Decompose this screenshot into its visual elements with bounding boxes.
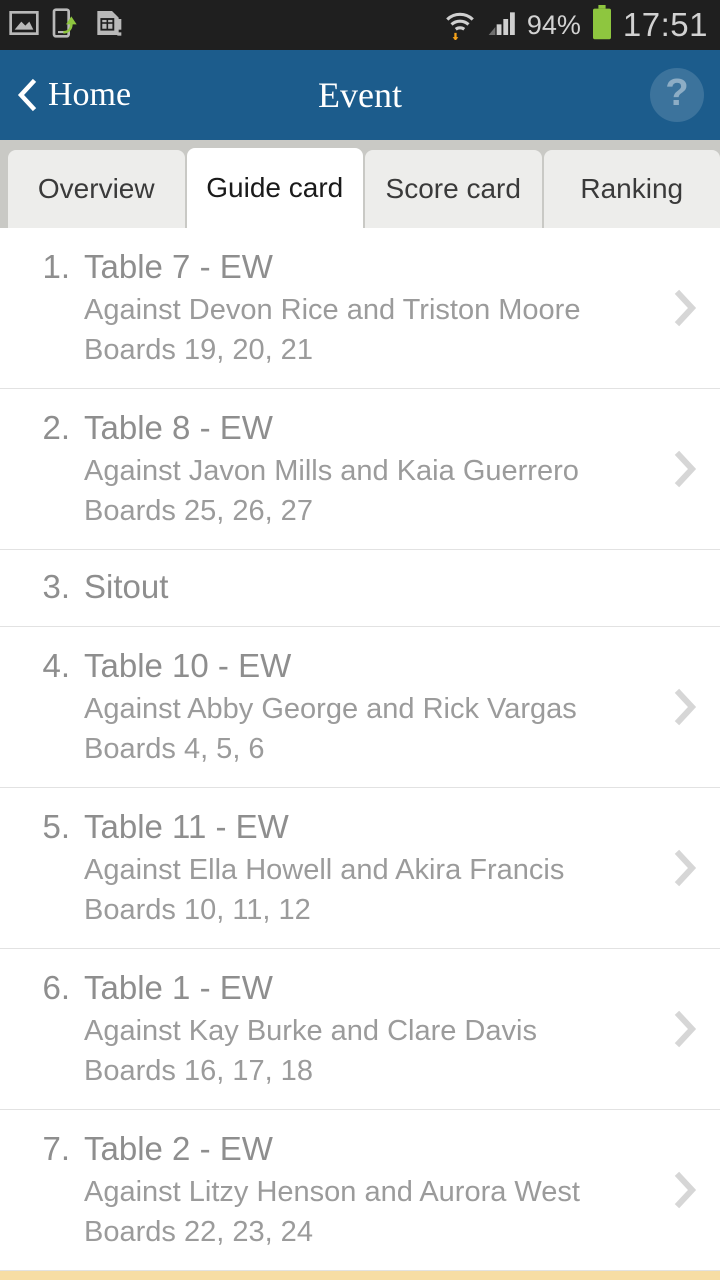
row-boards: Boards 25, 26, 27	[84, 495, 313, 527]
row-title: Table 8 - EW	[84, 409, 273, 446]
row-opponents: Against Ella Howell and Akira Francis	[84, 854, 565, 886]
row-boards: Boards 10, 11, 12	[84, 894, 311, 926]
battery-percent-label: 94%	[526, 9, 581, 40]
wifi-icon	[443, 6, 477, 45]
row-body: Table 8 - EW Against Javon Mills and Kai…	[84, 405, 720, 531]
row-boards: Boards 4, 5, 6	[84, 733, 265, 765]
table-row[interactable]: 5. Table 11 - EW Against Ella Howell and…	[0, 788, 720, 949]
row-index: 7.	[42, 1130, 70, 1167]
back-button-label: Home	[48, 76, 132, 113]
tab-guide-card[interactable]: Guide card	[186, 148, 363, 228]
table-row[interactable]: 6. Table 1 - EW Against Kay Burke and Cl…	[0, 949, 720, 1110]
help-question-icon[interactable]: ?	[650, 68, 704, 122]
status-bar-left-icons	[8, 7, 124, 44]
table-row[interactable]: 4. Table 10 - EW Against Abby George and…	[0, 627, 720, 788]
row-body: Table 2 - EW Against Litzy Henson and Au…	[84, 1126, 720, 1252]
row-opponents: Against Javon Mills and Kaia Guerrero	[84, 455, 579, 487]
table-row[interactable]: 3. Sitout	[0, 550, 720, 627]
row-boards: Boards 16, 17, 18	[84, 1055, 313, 1087]
chevron-right-icon	[670, 1006, 700, 1052]
row-body: Table 1 - EW Against Kay Burke and Clare…	[84, 965, 720, 1091]
row-title: Sitout	[84, 568, 169, 605]
back-button[interactable]: Home	[16, 78, 131, 112]
row-opponents: Against Devon Rice and Triston Moore	[84, 294, 581, 326]
status-bar-clock: 17:51	[622, 5, 708, 43]
table-row[interactable]: 2. Table 8 - EW Against Javon Mills and …	[0, 389, 720, 550]
battery-full-icon	[590, 4, 614, 46]
tab-overview-label: Overview	[37, 173, 155, 204]
tab-score-card-label: Score card	[385, 173, 521, 204]
row-index: 6.	[42, 969, 70, 1006]
status-bar-right-icons: 94% 17:51	[443, 4, 708, 46]
row-index: 4.	[42, 647, 70, 684]
row-title: Table 11 - EW	[84, 808, 289, 845]
row-boards: Boards 19, 20, 21	[84, 334, 313, 366]
row-title: Table 10 - EW	[84, 647, 292, 684]
tab-guide-card-label: Guide card	[206, 172, 344, 203]
row-title: Table 2 - EW	[84, 1130, 273, 1167]
row-opponents: Against Litzy Henson and Aurora West	[84, 1176, 580, 1208]
chevron-right-icon	[670, 285, 700, 331]
chevron-right-icon	[670, 845, 700, 891]
app-root: 94% 17:51 Home Event ? Overview Guide ca…	[0, 0, 720, 1280]
chevron-left-icon	[16, 78, 38, 112]
row-body: Sitout	[84, 564, 720, 610]
row-title: Table 1 - EW	[84, 969, 273, 1006]
row-boards: Boards 22, 23, 24	[84, 1216, 313, 1248]
row-body: Table 11 - EW Against Ella Howell and Ak…	[84, 804, 720, 930]
guide-card-list: 1. Table 7 - EW Against Devon Rice and T…	[0, 228, 720, 1280]
chevron-right-icon	[670, 1167, 700, 1213]
table-row-selected[interactable]: 8. Table 3 - EW Against Anderson Gates a…	[0, 1271, 720, 1280]
app-header: Home Event ?	[0, 50, 720, 140]
tab-ranking[interactable]: Ranking	[543, 150, 720, 228]
tab-bar: Overview Guide card Score card Ranking	[0, 140, 720, 228]
table-row[interactable]: 1. Table 7 - EW Against Devon Rice and T…	[0, 228, 720, 389]
row-index: 5.	[42, 808, 70, 845]
row-index: 1.	[42, 248, 70, 285]
status-bar: 94% 17:51	[0, 0, 720, 50]
signal-bars-icon	[486, 7, 518, 44]
help-icon-glyph: ?	[665, 72, 689, 114]
chevron-right-icon	[670, 446, 700, 492]
table-row[interactable]: 7. Table 2 - EW Against Litzy Henson and…	[0, 1110, 720, 1271]
image-icon	[8, 7, 40, 44]
row-body: Table 10 - EW Against Abby George and Ri…	[84, 643, 720, 769]
row-opponents: Against Abby George and Rick Vargas	[84, 693, 577, 725]
chevron-right-icon	[670, 684, 700, 730]
row-opponents: Against Kay Burke and Clare Davis	[84, 1015, 537, 1047]
tab-score-card[interactable]: Score card	[365, 150, 542, 228]
row-title: Table 7 - EW	[84, 248, 273, 285]
row-body: Table 7 - EW Against Devon Rice and Tris…	[84, 244, 720, 370]
row-index: 2.	[42, 409, 70, 446]
tab-overview[interactable]: Overview	[8, 150, 185, 228]
tab-ranking-label: Ranking	[580, 173, 684, 204]
row-index: 3.	[42, 568, 70, 605]
sim-card-alert-icon	[92, 7, 124, 44]
phone-transfer-icon	[50, 7, 82, 44]
